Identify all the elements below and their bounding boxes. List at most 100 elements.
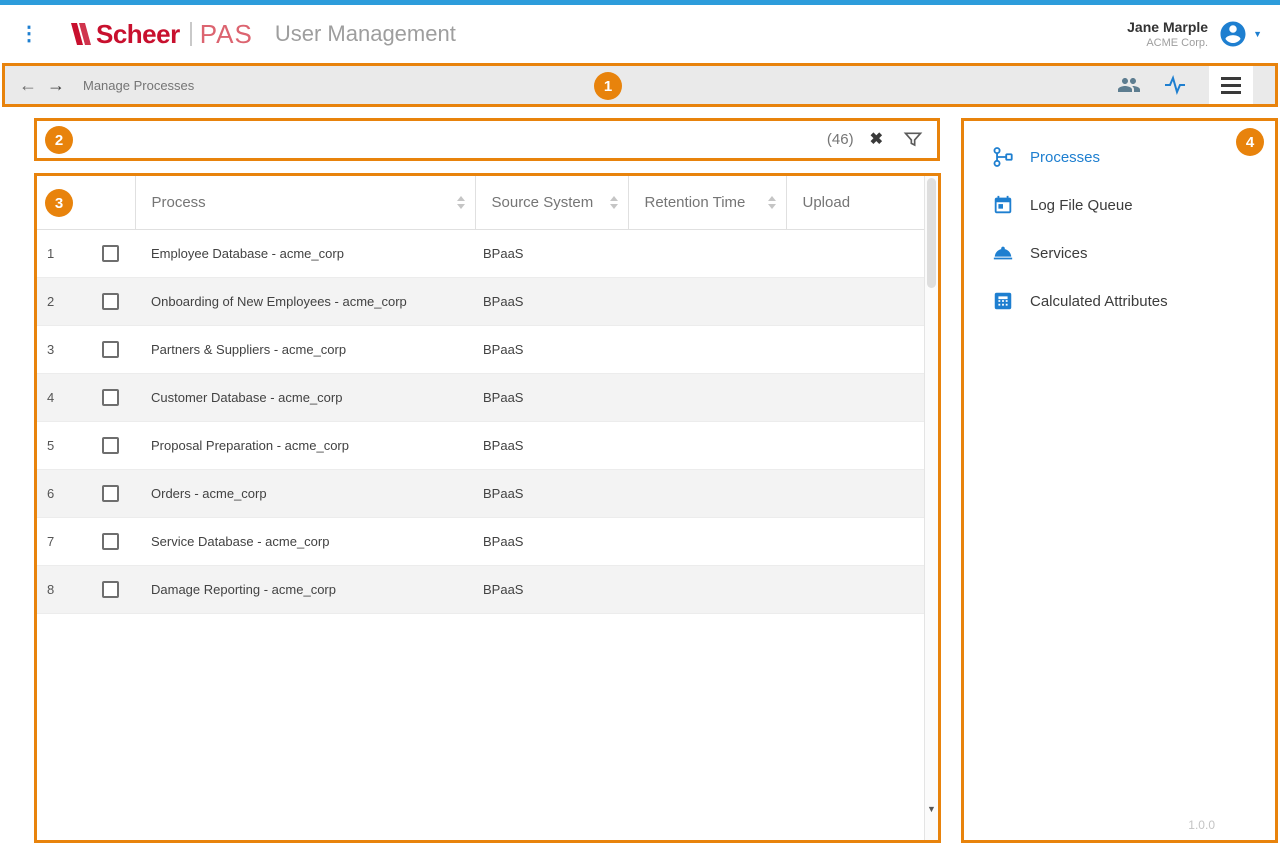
row-checkbox[interactable] (102, 485, 119, 502)
retention-time-cell (628, 229, 786, 277)
source-system-cell: BPaaS (475, 373, 628, 421)
forward-arrow-icon[interactable]: → (47, 76, 65, 94)
row-checkbox[interactable] (102, 245, 119, 262)
brand-divider (190, 22, 192, 46)
process-cell: Partners & Suppliers - acme_corp (135, 325, 475, 373)
row-number: 7 (47, 534, 54, 549)
table-row[interactable]: 4 Customer Database - acme_corp BPaaS (37, 373, 924, 421)
table-header-row: Process Source System Retention Time (37, 176, 924, 229)
filter-bar: (46) ✖ (34, 118, 940, 161)
row-number: 5 (47, 438, 54, 453)
process-table-body: 1 Employee Database - acme_corp BPaaS 2 … (37, 229, 924, 613)
user-info: Jane Marple ACME Corp. (1127, 19, 1208, 49)
row-number: 8 (47, 582, 54, 597)
activity-pulse-icon[interactable] (1163, 73, 1187, 97)
upload-cell (786, 469, 924, 517)
header-upload-column: Upload (786, 176, 924, 229)
table-row[interactable]: 8 Damage Reporting - acme_corp BPaaS (37, 565, 924, 613)
user-menu-caret-icon[interactable]: ▼ (1253, 29, 1262, 39)
upload-cell (786, 229, 924, 277)
sidebar-item-services[interactable]: Services (964, 229, 1275, 277)
scroll-down-arrow-icon[interactable]: ▼ (925, 804, 938, 814)
header-source-system-column[interactable]: Source System (475, 176, 628, 229)
column-label: Source System (492, 194, 594, 211)
retention-time-cell (628, 421, 786, 469)
column-label: Retention Time (645, 194, 746, 211)
process-cell: Proposal Preparation - acme_corp (135, 421, 475, 469)
version-label: 1.0.0 (1188, 818, 1215, 832)
page: ⋮ Scheer PAS User Management Jane Marple… (0, 0, 1280, 849)
retention-time-cell (628, 277, 786, 325)
row-number: 2 (47, 294, 54, 309)
source-system-cell: BPaaS (475, 277, 628, 325)
annotation-badge-1: 1 (594, 72, 622, 100)
table-row[interactable]: 2 Onboarding of New Employees - acme_cor… (37, 277, 924, 325)
clear-filter-icon[interactable]: ✖ (870, 132, 883, 148)
scheer-logo-mark-icon (69, 21, 91, 47)
page-title: User Management (275, 21, 456, 47)
row-number: 6 (47, 486, 54, 501)
row-number: 3 (47, 342, 54, 357)
sort-icon[interactable] (457, 196, 465, 209)
process-cell: Service Database - acme_corp (135, 517, 475, 565)
source-system-cell: BPaaS (475, 565, 628, 613)
app-header: ⋮ Scheer PAS User Management Jane Marple… (0, 5, 1280, 63)
retention-time-cell (628, 517, 786, 565)
user-avatar-icon[interactable] (1218, 19, 1248, 49)
row-checkbox[interactable] (102, 389, 119, 406)
filter-input[interactable] (37, 121, 827, 158)
table-row[interactable]: 1 Employee Database - acme_corp BPaaS (37, 229, 924, 277)
column-label: Upload (803, 194, 851, 211)
users-group-icon[interactable] (1117, 73, 1141, 97)
sort-icon[interactable] (768, 196, 776, 209)
sidebar-item-label: Processes (1030, 149, 1100, 166)
scrollbar-thumb[interactable] (927, 178, 936, 288)
row-checkbox[interactable] (102, 293, 119, 310)
retention-time-cell (628, 373, 786, 421)
source-system-cell: BPaaS (475, 229, 628, 277)
sidebar-item-label: Calculated Attributes (1030, 293, 1168, 310)
header-process-column[interactable]: Process (135, 176, 475, 229)
brand-logo: Scheer PAS (69, 19, 253, 50)
process-cell: Employee Database - acme_corp (135, 229, 475, 277)
process-cell: Customer Database - acme_corp (135, 373, 475, 421)
retention-time-cell (628, 469, 786, 517)
menu-dots-icon[interactable]: ⋮ (19, 29, 39, 40)
table-row[interactable]: 7 Service Database - acme_corp BPaaS (37, 517, 924, 565)
table-scrollbar[interactable]: ▼ (924, 176, 938, 840)
table-row[interactable]: 3 Partners & Suppliers - acme_corp BPaaS (37, 325, 924, 373)
row-checkbox[interactable] (102, 533, 119, 550)
source-system-cell: BPaaS (475, 325, 628, 373)
brand-scheer-text: Scheer (96, 19, 180, 50)
back-arrow-icon[interactable]: ← (19, 76, 37, 94)
log-file-queue-icon (992, 194, 1014, 216)
side-nav: Processes Log File Queue Services Calcul… (964, 121, 1275, 325)
header-retention-time-column[interactable]: Retention Time (628, 176, 786, 229)
source-system-cell: BPaaS (475, 421, 628, 469)
upload-cell (786, 421, 924, 469)
upload-cell (786, 373, 924, 421)
processes-icon (992, 146, 1014, 168)
sort-icon[interactable] (610, 196, 618, 209)
sidebar-item-label: Services (1030, 245, 1088, 262)
row-number: 1 (47, 246, 54, 261)
filter-funnel-icon[interactable] (903, 130, 923, 150)
user-name: Jane Marple (1127, 19, 1208, 35)
row-checkbox[interactable] (102, 341, 119, 358)
table-row[interactable]: 6 Orders - acme_corp BPaaS (37, 469, 924, 517)
process-table: Process Source System Retention Time (37, 176, 924, 614)
upload-cell (786, 517, 924, 565)
hamburger-menu-button[interactable] (1209, 66, 1253, 104)
calculated-attributes-icon (992, 290, 1014, 312)
row-checkbox[interactable] (102, 437, 119, 454)
sidebar-item-processes[interactable]: Processes (964, 133, 1275, 181)
sidebar-item-label: Log File Queue (1030, 197, 1133, 214)
annotation-badge-4: 4 (1236, 128, 1264, 156)
sidebar-item-calculated-attributes[interactable]: Calculated Attributes (964, 277, 1275, 325)
table-row[interactable]: 5 Proposal Preparation - acme_corp BPaaS (37, 421, 924, 469)
sidebar-item-log-file-queue[interactable]: Log File Queue (964, 181, 1275, 229)
row-checkbox[interactable] (102, 581, 119, 598)
process-table-panel: Process Source System Retention Time (34, 173, 941, 843)
process-cell: Onboarding of New Employees - acme_corp (135, 277, 475, 325)
source-system-cell: BPaaS (475, 469, 628, 517)
